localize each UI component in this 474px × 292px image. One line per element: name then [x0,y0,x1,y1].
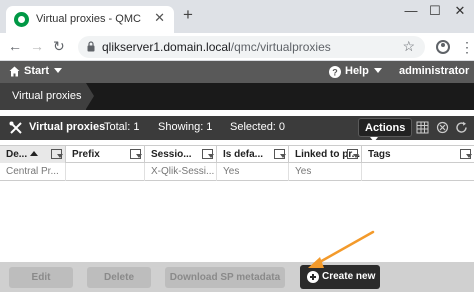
back-icon[interactable]: ← [8,38,22,54]
close-window-icon[interactable]: ✕ [449,3,471,19]
column-label: Tags [368,149,391,160]
actions-label: Actions [365,122,406,134]
help-label: Help [345,65,369,77]
total-count: Total: 1 [104,121,140,133]
create-new-button[interactable]: Create new [300,265,380,289]
tab-close-icon[interactable]: ✕ [154,10,165,26]
showing-count: Showing: 1 [158,121,213,133]
tools-icon [9,121,22,134]
help-menu-button[interactable]: Help [345,65,382,77]
start-menu-button[interactable]: Start [24,65,63,77]
clear-selection-icon[interactable] [436,121,449,134]
start-label: Start [24,65,50,77]
tab-title: Virtual proxies - QMC [36,13,141,25]
url-host: qlikserver1.domain.local [102,40,231,54]
minimize-icon[interactable]: — [400,3,422,18]
table-cell: Central Pr... [0,163,66,181]
column-label: De... [6,149,28,160]
forward-icon[interactable]: → [30,38,44,54]
filter-icon[interactable] [51,149,63,159]
column-label: Sessio... [151,149,192,160]
edit-button[interactable]: Edit [9,267,73,288]
reload-icon[interactable]: ↻ [53,38,65,55]
chevron-down-icon [370,137,378,142]
browser-tab-strip: Virtual proxies - QMC ✕ + — ☐ ✕ [0,0,474,33]
refresh-icon[interactable] [455,121,468,134]
column-label: Is defa... [223,149,264,160]
create-new-label: Create new [322,271,376,282]
column-label: Prefix [72,149,100,160]
bookmark-star-icon[interactable]: ☆ [402,38,415,55]
table-cell: Yes [217,163,289,181]
browser-menu-icon[interactable]: ⋮ [460,39,474,56]
url-text: qlikserver1.domain.local/qmc/virtualprox… [102,40,331,54]
filter-icon[interactable] [202,149,214,159]
column-header-linked-to-proxy[interactable]: Linked to pr... [289,146,362,163]
selected-count: Selected: 0 [230,121,286,133]
sort-ascending-icon [30,151,39,156]
filter-icon[interactable] [130,149,142,159]
breadcrumb-label: Virtual proxies [12,90,82,102]
delete-button[interactable]: Delete [87,267,151,288]
svg-text:?: ? [332,68,338,78]
new-tab-button[interactable]: + [183,5,193,25]
maximize-icon[interactable]: ☐ [424,3,446,19]
help-icon: ? [329,66,341,78]
home-icon [9,66,20,77]
plus-icon [307,271,319,283]
browser-tab[interactable]: Virtual proxies - QMC ✕ [6,6,174,33]
breadcrumb-item-virtual-proxies[interactable]: Virtual proxies [0,83,94,110]
column-header-tags[interactable]: Tags [362,146,474,163]
download-sp-metadata-button[interactable]: Download SP metadata [165,267,285,288]
lock-icon [87,41,95,52]
list-toolbar: Virtual proxies Total: 1 Showing: 1 Sele… [0,116,474,142]
qlik-favicon-icon [14,12,29,27]
action-footer: Edit Delete Download SP metadata Create … [0,262,474,292]
column-header-prefix[interactable]: Prefix [66,146,145,163]
user-menu-button[interactable]: administrator [399,65,474,77]
page-title: Virtual proxies [29,121,106,133]
user-label: administrator [399,65,470,77]
column-header-description[interactable]: De... [0,146,66,163]
table-row[interactable]: Central Pr... X-Qlik-Sessi... Yes Yes [0,163,474,181]
column-header-session-cookie[interactable]: Sessio... [145,146,217,163]
table-header: De... Prefix Sessio... Is defa... Linked… [0,145,474,163]
qmc-header: Start ? Help administrator [0,61,474,83]
column-header-is-default[interactable]: Is defa... [217,146,289,163]
table-cell: X-Qlik-Sessi... [145,163,217,181]
profile-avatar-icon[interactable] [436,40,450,54]
address-bar-row: ← → ↻ qlikserver1.domain.local/qmc/virtu… [0,33,474,61]
breadcrumb: Virtual proxies [0,83,474,110]
chevron-down-icon [54,68,63,73]
filter-icon[interactable] [347,149,359,159]
actions-button[interactable]: Actions [358,118,412,142]
table-cell: Yes [289,163,362,181]
filter-icon[interactable] [274,149,286,159]
chevron-down-icon [373,68,382,73]
table-columns-icon[interactable] [416,121,429,134]
table-cell [362,163,474,181]
table-cell [66,163,145,181]
url-path: /qmc/virtualproxies [230,40,331,54]
filter-icon[interactable] [460,149,472,159]
url-field[interactable]: qlikserver1.domain.local/qmc/virtualprox… [78,36,425,58]
